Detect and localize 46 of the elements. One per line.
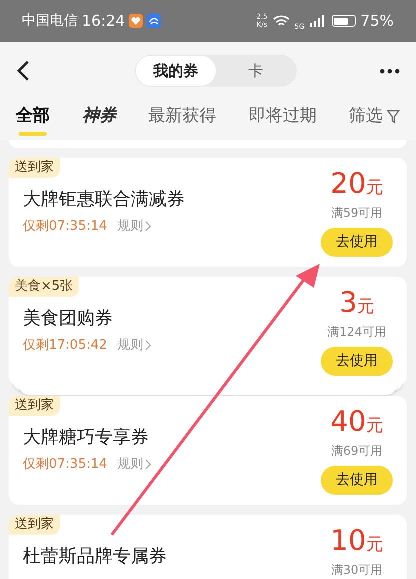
coupon-condition: 满59可用	[331, 205, 383, 222]
coupon-amount: 20元	[330, 168, 384, 202]
coupon-title: 大牌糖巧专享券	[23, 426, 150, 450]
coupon-tag: 送到家	[9, 515, 60, 535]
coupon-title: 美食团购券	[23, 307, 114, 331]
back-icon[interactable]	[16, 60, 30, 82]
coupon-condition: 满69可用	[331, 443, 383, 460]
use-button[interactable]: 去使用	[321, 347, 393, 376]
filter-tab[interactable]: 全部	[16, 104, 50, 138]
coupon-tag: 送到家	[9, 396, 60, 416]
heart-app-icon	[129, 14, 144, 28]
segment-tab[interactable]: 我的券	[136, 56, 216, 86]
chevron-icon	[145, 221, 152, 232]
rules-link[interactable]: 规则	[117, 336, 152, 356]
filter-tab[interactable]: 即将过期	[248, 104, 317, 138]
coupon-title: 杜蕾斯品牌专属券	[23, 545, 167, 569]
filter-tab[interactable]: 最新获得	[148, 104, 216, 138]
battery-text: 75%	[360, 10, 394, 32]
rules-link[interactable]: 规则	[117, 217, 152, 236]
use-button[interactable]: 去使用	[321, 466, 393, 495]
battery-icon	[332, 15, 356, 27]
coupon-amount: 40元	[330, 406, 384, 440]
coupon-amount: 10元	[330, 525, 384, 559]
carrier-text: 中国电信	[22, 12, 78, 30]
countdown-text: 仅剩07:35:14	[23, 218, 108, 236]
filter-button[interactable]: 筛选	[349, 104, 400, 130]
countdown-text: 仅剩17:05:42	[23, 337, 108, 355]
more-icon[interactable]	[380, 68, 400, 74]
filter-tab[interactable]: 神券	[82, 104, 116, 138]
rules-link[interactable]: 规则	[117, 455, 152, 474]
segment-tab[interactable]: 卡	[216, 56, 296, 86]
chevron-icon	[145, 459, 152, 470]
coupon-tag: 送到家	[9, 158, 60, 178]
coupon-tag: 美食×5张	[9, 277, 80, 297]
coupon-title: 大牌钜惠联合满减券	[23, 188, 185, 212]
coupon-amount: 3元	[340, 287, 374, 321]
chevron-icon	[145, 340, 152, 352]
coupon-condition: 满124可用	[328, 324, 386, 341]
clock-text: 16:24	[82, 10, 126, 32]
wifi-icon	[272, 14, 290, 28]
swirl-app-icon	[147, 14, 162, 28]
use-button[interactable]: 去使用	[321, 228, 393, 257]
funnel-icon	[387, 110, 400, 124]
countdown-text: 仅剩07:35:14	[23, 456, 108, 474]
signal-icon	[310, 15, 324, 27]
coupon-condition: 满30可用	[331, 562, 383, 579]
